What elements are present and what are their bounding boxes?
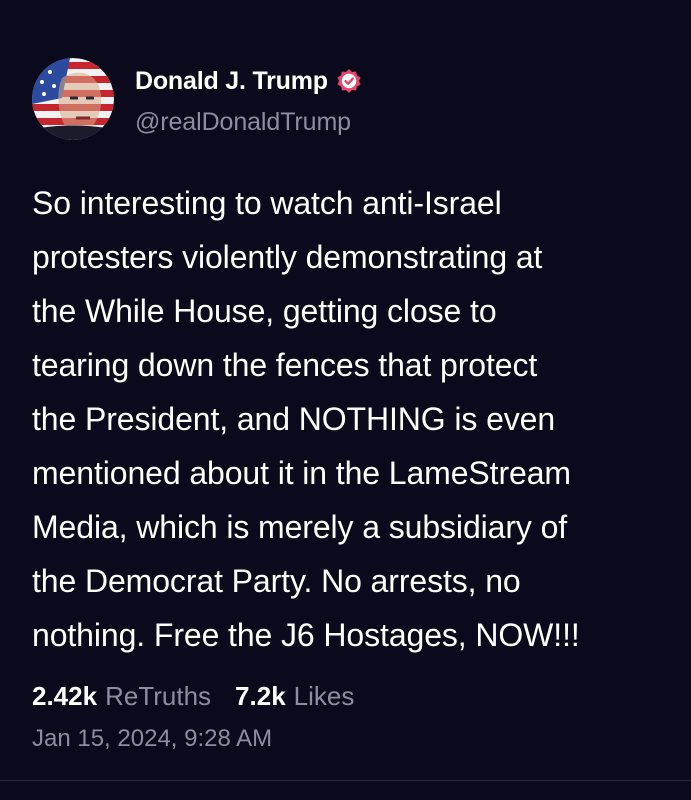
retruths-label: ReTruths [105, 681, 212, 711]
likes-label: Likes [293, 681, 355, 711]
author-handle[interactable]: @realDonaldTrump [135, 108, 351, 137]
post-text: So interesting to watch anti-Israel prot… [32, 185, 580, 653]
retruths-count: 2.42k [32, 681, 98, 711]
author-display-name[interactable]: Donald J. Trump [135, 67, 328, 96]
flag-portrait-avatar-icon [32, 58, 114, 140]
likes-stat[interactable]: 7.2k Likes [235, 681, 354, 712]
post-stats: 2.42k ReTruths 7.2k Likes [32, 681, 378, 712]
author-name-row[interactable]: Donald J. Trump [135, 66, 362, 96]
likes-count: 7.2k [235, 681, 286, 711]
post-card: Donald J. Trump @realDonaldTrump So inte… [0, 0, 691, 800]
verified-badge-icon [336, 68, 362, 94]
retruths-stat[interactable]: 2.42k ReTruths [32, 681, 211, 712]
divider [0, 780, 691, 781]
post-timestamp[interactable]: Jan 15, 2024, 9:28 AM [32, 725, 272, 753]
avatar[interactable] [32, 58, 114, 140]
